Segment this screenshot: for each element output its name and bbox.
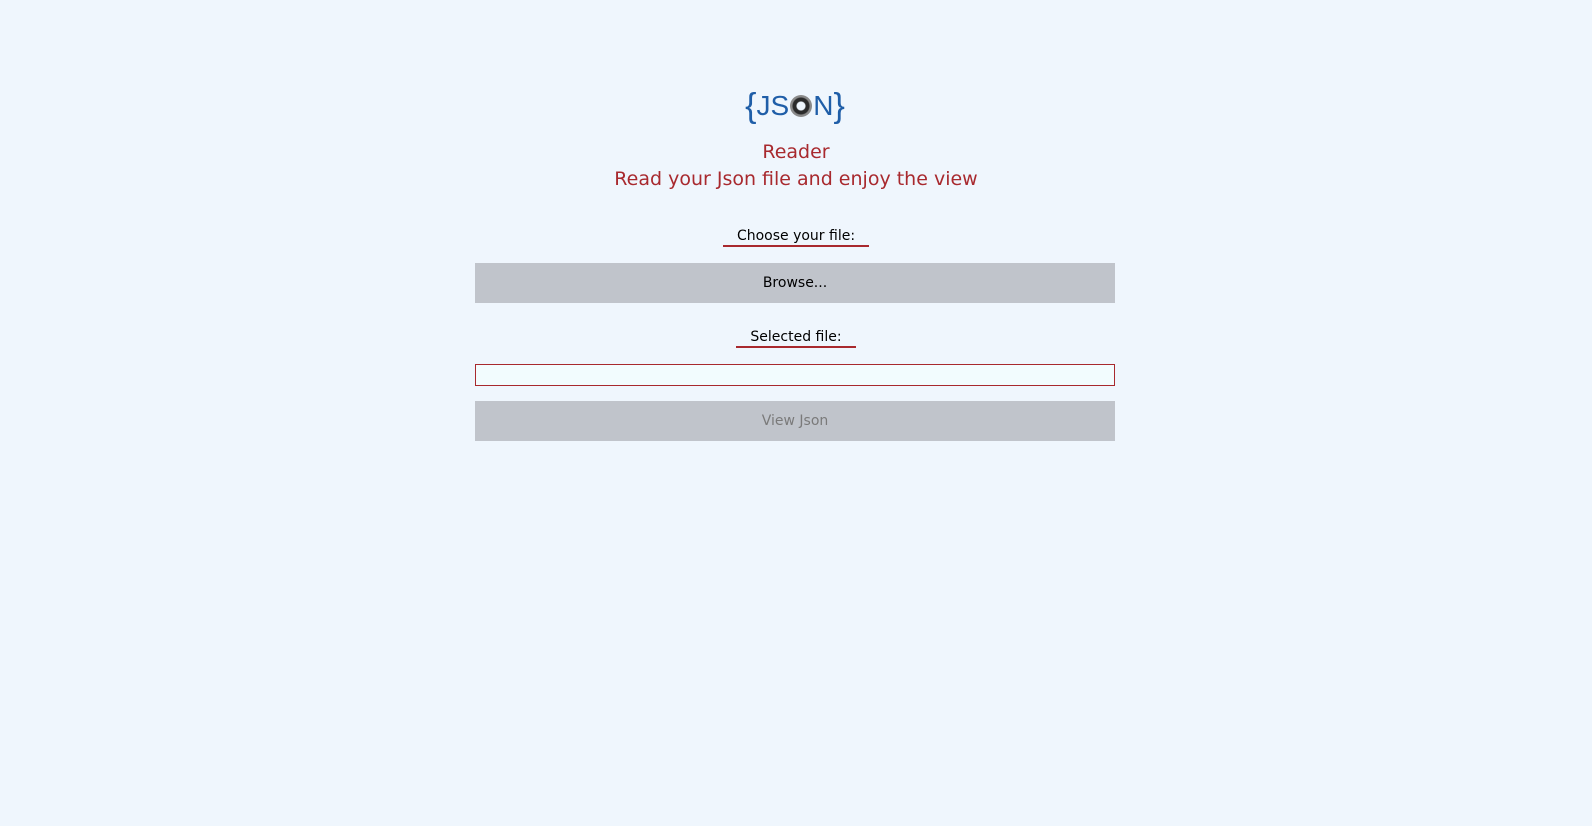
logo-text-before: JS [756, 90, 790, 121]
app-subtitle: Read your Json file and enjoy the view [614, 168, 978, 190]
selected-file-field[interactable] [475, 364, 1115, 386]
logo-ring-icon [790, 95, 813, 117]
json-logo: { JS N } [738, 84, 852, 128]
app-window: { JS N } Reader Read your Json file and … [0, 0, 1592, 826]
choose-file-label-row: Choose your file: [0, 228, 1592, 247]
logo-close-brace: } [833, 87, 845, 125]
app-title: Reader [762, 141, 830, 163]
logo-letters: JS N [757, 86, 834, 126]
view-json-button[interactable]: View Json [475, 401, 1115, 441]
choose-file-label: Choose your file: [722, 228, 870, 247]
selected-file-label-row: Selected file: [0, 329, 1592, 348]
logo-open-brace: { [745, 87, 757, 125]
logo-text-after: N [813, 90, 834, 121]
selected-file-label: Selected file: [736, 329, 856, 348]
browse-button[interactable]: Browse... [475, 263, 1115, 303]
